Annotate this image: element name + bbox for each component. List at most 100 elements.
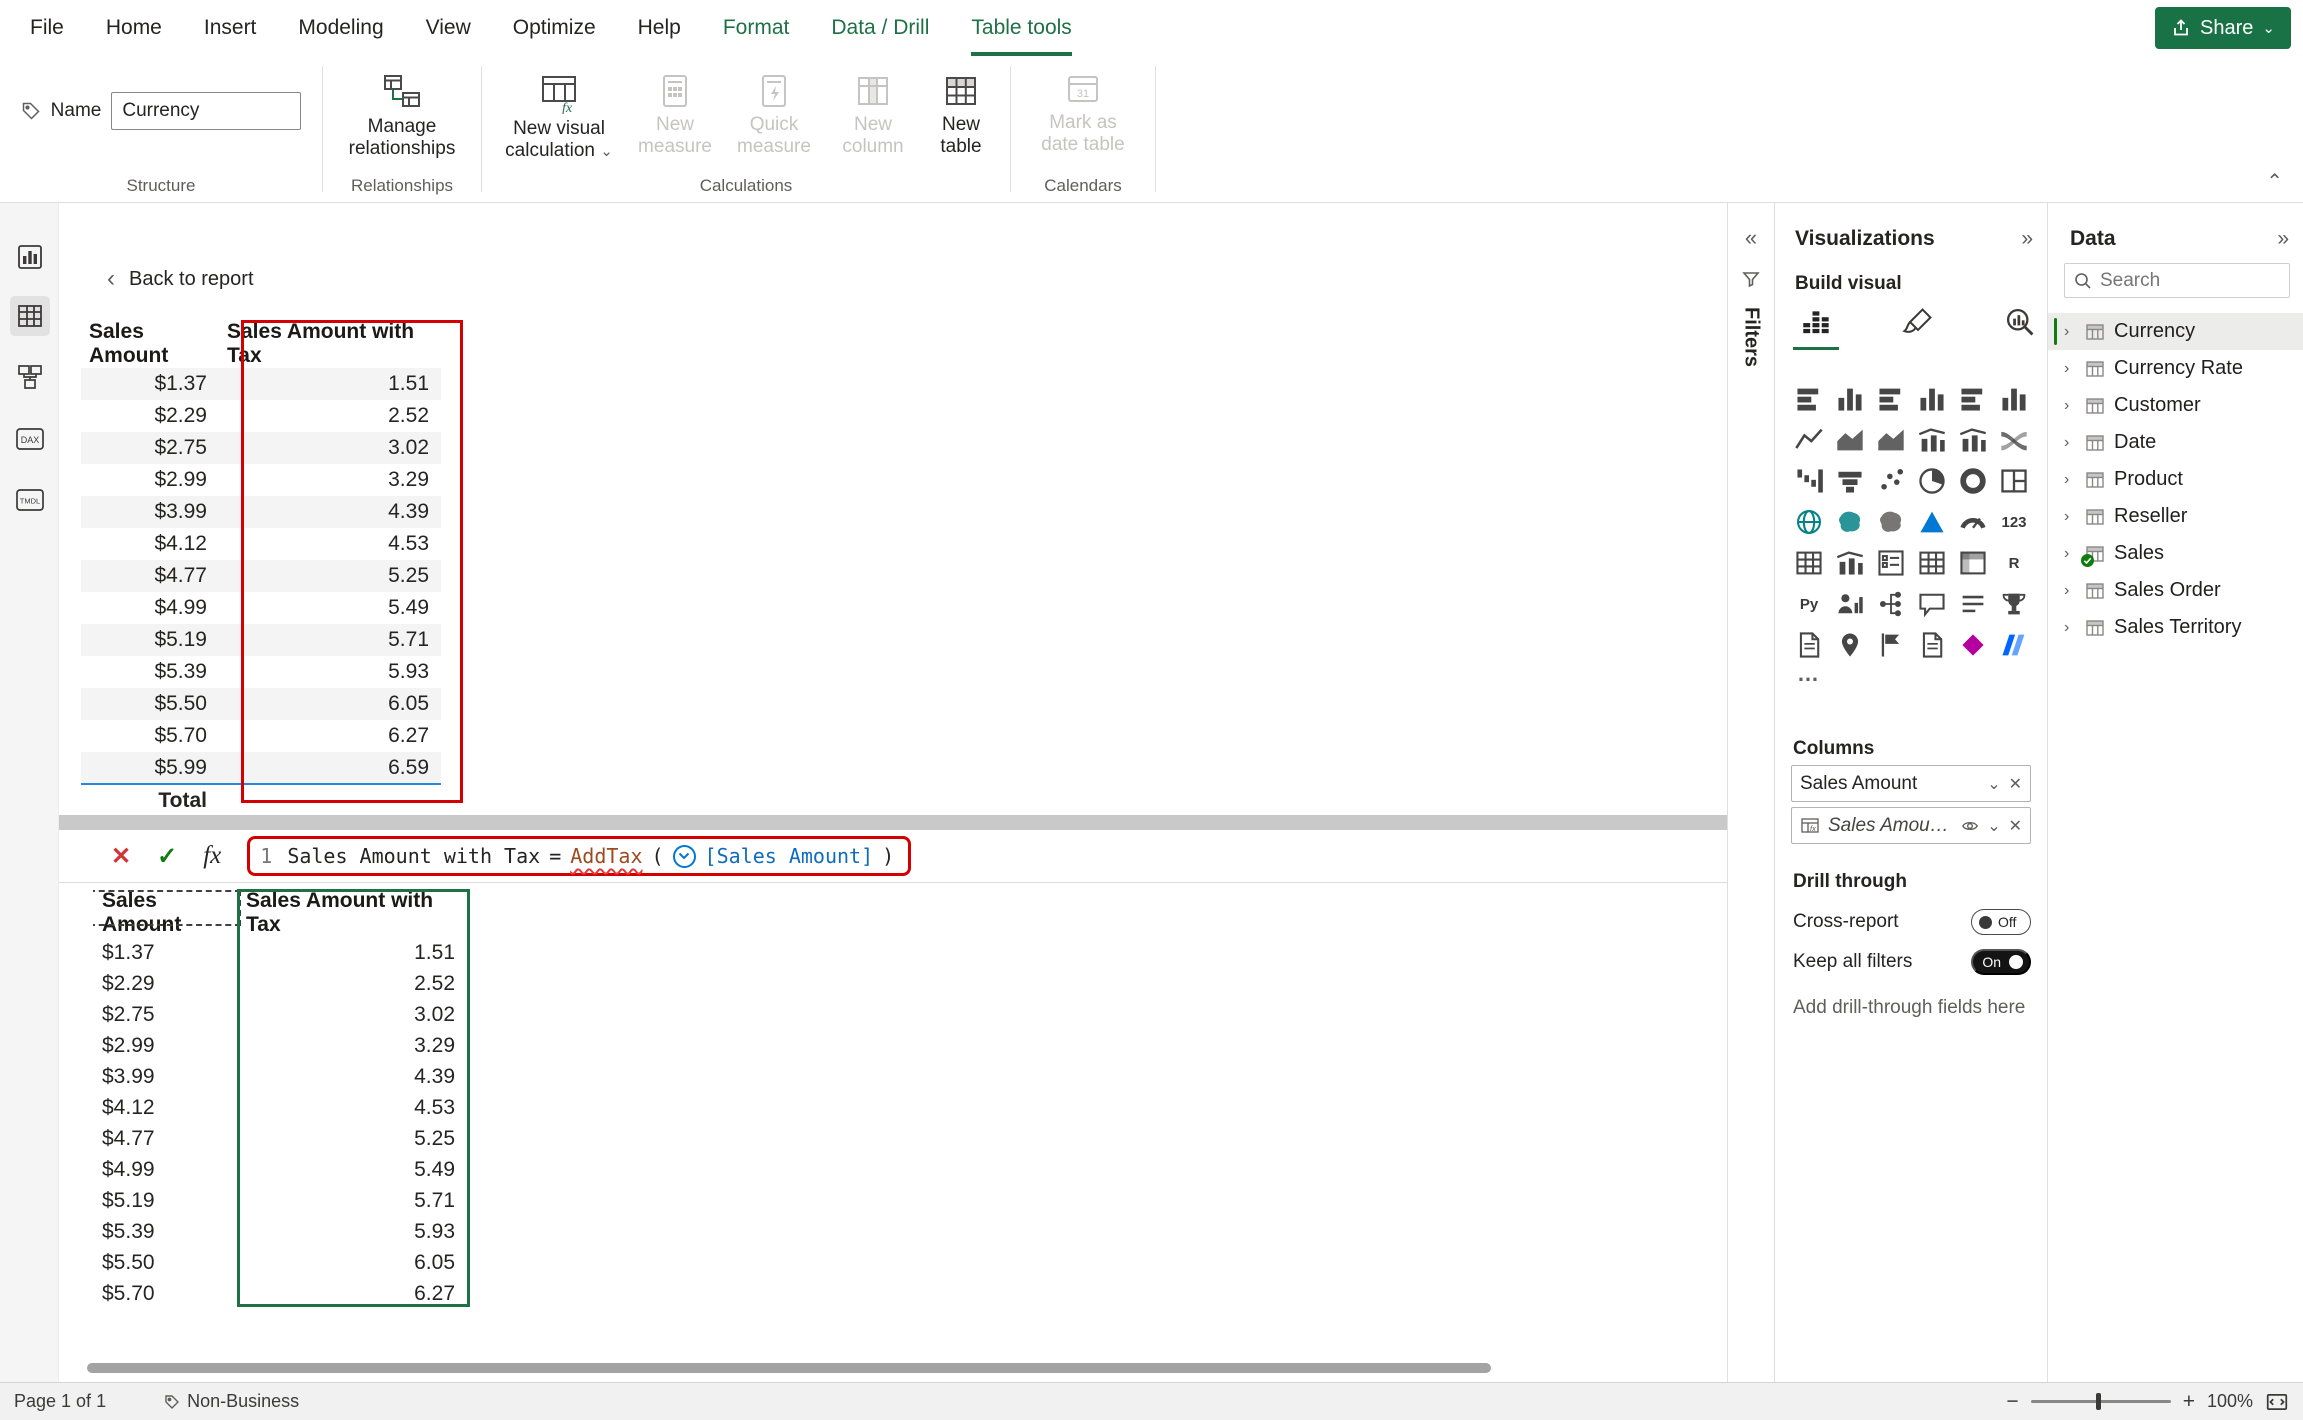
chevron-right-icon[interactable]: ›: [2064, 508, 2076, 526]
editor-table-amount-cell[interactable]: $4.99: [93, 1154, 237, 1185]
azure-map-icon[interactable]: [1912, 502, 1952, 542]
collapse-data-pane-icon[interactable]: »: [2277, 227, 2289, 251]
waterfall-chart-icon[interactable]: [1789, 461, 1829, 501]
preview-table-amount-cell[interactable]: $5.19: [81, 624, 219, 656]
data-table-sales-territory[interactable]: › Sales Territory: [2048, 609, 2303, 646]
editor-table-tax-cell[interactable]: 5.71: [237, 1185, 469, 1216]
power-automate-icon[interactable]: [1994, 625, 2034, 665]
r-script-visual-icon[interactable]: R: [1994, 543, 2034, 583]
ribbon-chart-icon[interactable]: [1994, 420, 2034, 460]
preview-table-tax-cell[interactable]: 6.59: [219, 752, 441, 785]
editor-table-tax-cell[interactable]: 5.93: [237, 1216, 469, 1247]
preview-table-amount-cell[interactable]: $2.29: [81, 400, 219, 432]
menu-home[interactable]: Home: [106, 0, 162, 56]
more-visuals-icon[interactable]: …: [1797, 661, 1819, 687]
matrix-icon[interactable]: [1953, 543, 1993, 583]
model-view-button[interactable]: [10, 357, 50, 397]
preview-table-tax-cell[interactable]: 2.52: [219, 400, 441, 432]
editor-col-header-sales-amount-with-tax[interactable]: Sales Amount with Tax: [237, 889, 469, 937]
editor-table-amount-cell[interactable]: $5.70: [93, 1278, 237, 1307]
search-input[interactable]: [2100, 269, 2280, 292]
chevron-right-icon[interactable]: ›: [2064, 323, 2076, 341]
preview-table-tax-cell[interactable]: 6.05: [219, 688, 441, 720]
formula-input[interactable]: 1 Sales Amount with Tax = AddTax ( [Sale…: [247, 836, 912, 876]
key-influencers-icon[interactable]: [1830, 584, 1870, 624]
chevron-right-icon[interactable]: ›: [2064, 619, 2076, 637]
preview-table-tax-cell[interactable]: 4.53: [219, 528, 441, 560]
line-chart-icon[interactable]: [1789, 420, 1829, 460]
clustered-column-chart-icon[interactable]: [1912, 379, 1952, 419]
field-chevron-down-icon[interactable]: ⌄: [1987, 774, 2000, 794]
name-input[interactable]: [111, 92, 302, 130]
metrics-icon[interactable]: [1994, 584, 2034, 624]
stacked-bar-chart-icon[interactable]: [1789, 379, 1829, 419]
collapse-ribbon-button[interactable]: ⌃: [2266, 169, 2283, 194]
preview-table-amount-cell[interactable]: $4.77: [81, 560, 219, 592]
data-table-product[interactable]: › Product: [2048, 461, 2303, 498]
preview-table-tax-cell[interactable]: 5.25: [219, 560, 441, 592]
preview-table-tax-cell[interactable]: 5.49: [219, 592, 441, 624]
power-apps-icon[interactable]: [1953, 625, 1993, 665]
editor-col-header-sales-amount[interactable]: Sales Amount: [93, 889, 237, 937]
editor-table-tax-cell[interactable]: 3.29: [237, 1030, 469, 1061]
menu-help[interactable]: Help: [638, 0, 681, 56]
field-well-sales-amount[interactable]: Sales Amount ⌄ ✕: [1791, 765, 2031, 802]
paginated-report-icon[interactable]: [1789, 625, 1829, 665]
arcgis-map-icon[interactable]: [1830, 625, 1870, 665]
data-table-date[interactable]: › Date: [2048, 424, 2303, 461]
shape-map-icon[interactable]: [1871, 502, 1911, 542]
data-table-reseller[interactable]: › Reseller: [2048, 498, 2303, 535]
editor-table-tax-cell[interactable]: 4.39: [237, 1061, 469, 1092]
preview-table-tax-cell[interactable]: 4.39: [219, 496, 441, 528]
data-table-sales-order[interactable]: › Sales Order: [2048, 572, 2303, 609]
line-and-clustered-column-chart-icon[interactable]: [1953, 420, 1993, 460]
preview-table-tax-cell[interactable]: 3.29: [219, 464, 441, 496]
preview-table-amount-cell[interactable]: $5.50: [81, 688, 219, 720]
chevron-right-icon[interactable]: ›: [2064, 397, 2076, 415]
stacked-column-chart-icon[interactable]: [1830, 379, 1870, 419]
tab-format-visual[interactable]: [1895, 301, 1941, 350]
menu-view[interactable]: View: [426, 0, 471, 56]
menu-table-tools[interactable]: Table tools: [971, 0, 1071, 56]
table-view-button[interactable]: [10, 296, 50, 336]
editor-table-amount-cell[interactable]: $1.37: [93, 937, 237, 968]
preview-table-tax-cell[interactable]: 5.71: [219, 624, 441, 656]
gauge-icon[interactable]: [1953, 502, 1993, 542]
donut-chart-icon[interactable]: [1953, 461, 1993, 501]
filled-map-icon[interactable]: [1830, 502, 1870, 542]
dax-query-view-button[interactable]: DAX: [10, 419, 50, 459]
field-chevron-down-icon[interactable]: ⌄: [1987, 816, 2000, 836]
editor-table-amount-cell[interactable]: $2.99: [93, 1030, 237, 1061]
cross-report-toggle[interactable]: Off: [1971, 909, 2031, 935]
zoom-in-button[interactable]: +: [2183, 1390, 2195, 1414]
chevron-right-icon[interactable]: ›: [2064, 471, 2076, 489]
menu-file[interactable]: File: [30, 0, 64, 56]
editor-table-tax-cell[interactable]: 5.25: [237, 1123, 469, 1154]
keep-all-filters-toggle[interactable]: On: [1971, 949, 2031, 975]
cancel-formula-button[interactable]: ✕: [111, 842, 131, 871]
back-to-report-button[interactable]: ‹ Back to report: [107, 265, 254, 293]
preview-table-tax-cell[interactable]: 1.51: [219, 368, 441, 400]
stacked-area-chart-icon[interactable]: [1871, 420, 1911, 460]
menu-modeling[interactable]: Modeling: [298, 0, 383, 56]
menu-optimize[interactable]: Optimize: [513, 0, 596, 56]
sensitivity-label-group[interactable]: Non-Business: [164, 1391, 299, 1412]
preview-table-amount-cell[interactable]: $2.75: [81, 432, 219, 464]
expand-filters-icon[interactable]: «: [1745, 225, 1757, 251]
menu-format[interactable]: Format: [723, 0, 790, 56]
accept-formula-button[interactable]: ✓: [157, 842, 177, 871]
field-well-sales-amount-with-tax[interactable]: fx Sales Amount ... ⌄ ✕: [1791, 807, 2031, 844]
tab-analytics[interactable]: [1997, 301, 2043, 350]
qa-visual-icon[interactable]: [1912, 584, 1952, 624]
line-and-stacked-column-chart-icon[interactable]: [1912, 420, 1952, 460]
manage-relationships-button[interactable]: Manage relationships: [339, 68, 465, 162]
scatter-chart-icon[interactable]: [1871, 461, 1911, 501]
editor-table-amount-cell[interactable]: $5.39: [93, 1216, 237, 1247]
fit-to-page-icon[interactable]: [2265, 1390, 2289, 1414]
editor-table-tax-cell[interactable]: 3.02: [237, 999, 469, 1030]
preview-table-tax-cell[interactable]: 3.02: [219, 432, 441, 464]
editor-table-amount-cell[interactable]: $4.12: [93, 1092, 237, 1123]
treemap-icon[interactable]: [1994, 461, 2034, 501]
horizontal-scrollbar-thumb[interactable]: [87, 1363, 1491, 1373]
map-icon[interactable]: [1789, 502, 1829, 542]
